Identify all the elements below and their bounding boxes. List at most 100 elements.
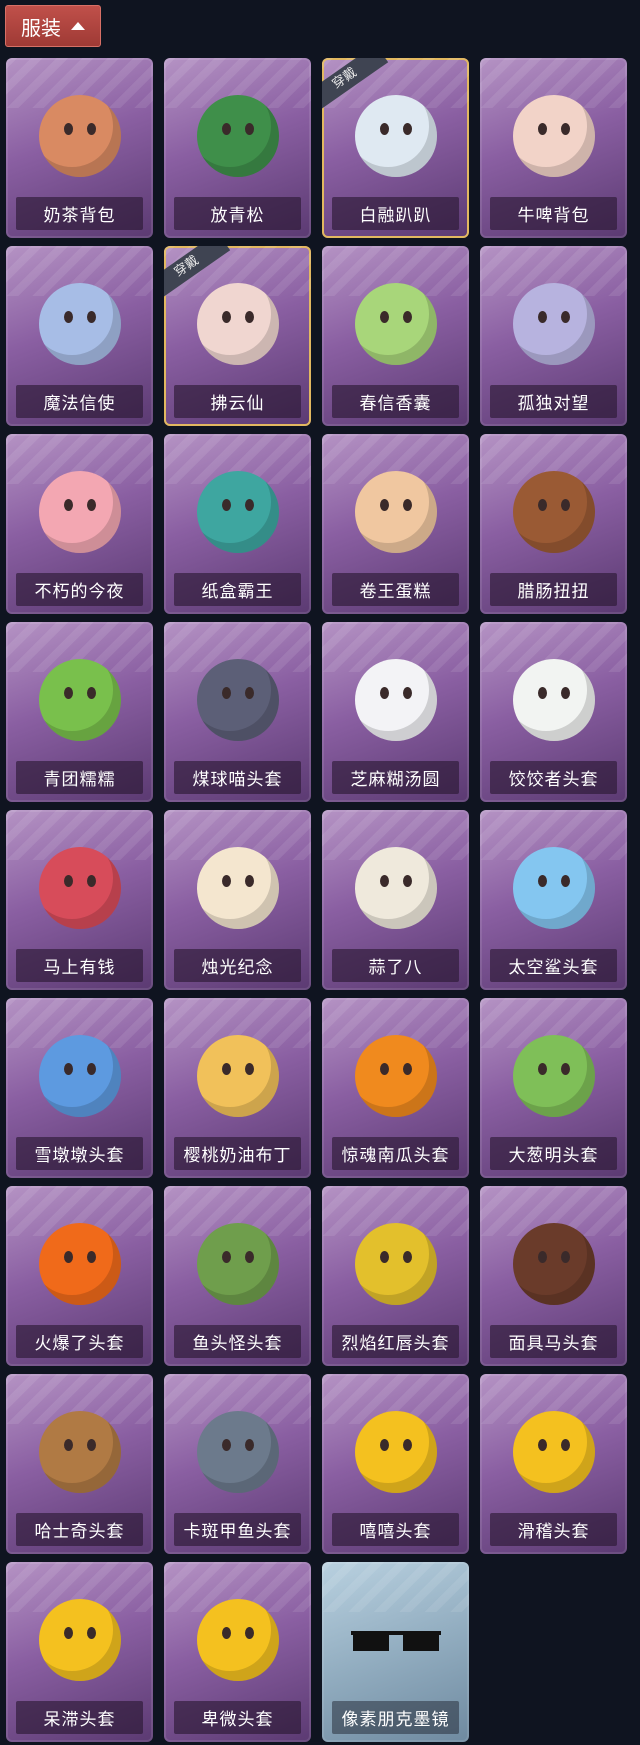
costume-item-card[interactable]: 穿戴 拂云仙 <box>164 246 311 426</box>
costume-item-card[interactable]: 大葱明头套 <box>480 998 627 1178</box>
costume-item-card[interactable]: 奶茶背包 <box>6 58 153 238</box>
costume-figure-icon <box>197 659 279 741</box>
costume-figure-icon <box>355 95 437 177</box>
costume-item-card[interactable]: 马上有钱 <box>6 810 153 990</box>
costume-item-card[interactable]: 芝麻糊汤圆 <box>322 622 469 802</box>
costume-item-name: 腊肠扭扭 <box>490 573 617 606</box>
costume-dropdown-label: 服装 <box>21 15 61 40</box>
costume-item-card[interactable]: 卷王蛋糕 <box>322 434 469 614</box>
costume-item-image <box>348 838 444 938</box>
costume-item-card[interactable]: 穿戴 白融趴趴 <box>322 58 469 238</box>
sunglasses-icon <box>351 1627 441 1653</box>
costume-figure-icon <box>39 471 121 553</box>
costume-item-card[interactable]: 面具马头套 <box>480 1186 627 1366</box>
costume-item-name: 马上有钱 <box>16 949 143 982</box>
costume-item-name: 煤球喵头套 <box>174 761 301 794</box>
costume-item-image <box>32 1590 128 1690</box>
costume-item-image <box>348 1026 444 1126</box>
costume-item-card[interactable]: 青团糯糯 <box>6 622 153 802</box>
costume-item-image <box>32 86 128 186</box>
costume-item-card[interactable]: 春信香囊 <box>322 246 469 426</box>
costume-figure-icon <box>197 283 279 365</box>
costume-item-card[interactable]: 惊魂南瓜头套 <box>322 998 469 1178</box>
costume-figure-icon <box>355 1411 437 1493</box>
costume-item-name: 雪墩墩头套 <box>16 1137 143 1170</box>
costume-item-card[interactable]: 烈焰红唇头套 <box>322 1186 469 1366</box>
chevron-up-icon <box>71 22 85 30</box>
costume-item-card[interactable]: 饺饺者头套 <box>480 622 627 802</box>
costume-item-card[interactable]: 不朽的今夜 <box>6 434 153 614</box>
costume-item-card[interactable]: 牛啤背包 <box>480 58 627 238</box>
costume-item-card[interactable]: 呆滞头套 <box>6 1562 153 1742</box>
costume-item-card[interactable]: 孤独对望 <box>480 246 627 426</box>
costume-item-card[interactable]: 纸盒霸王 <box>164 434 311 614</box>
costume-item-image <box>190 274 286 374</box>
costume-item-card[interactable]: 嘻嘻头套 <box>322 1374 469 1554</box>
costume-item-name: 惊魂南瓜头套 <box>332 1137 459 1170</box>
costume-item-name: 芝麻糊汤圆 <box>332 761 459 794</box>
costume-figure-icon <box>355 1035 437 1117</box>
costume-figure-icon <box>355 659 437 741</box>
costume-item-name: 白融趴趴 <box>332 197 459 230</box>
costume-figure-icon <box>197 95 279 177</box>
costume-item-card[interactable]: 滑稽头套 <box>480 1374 627 1554</box>
costume-figure-icon <box>197 471 279 553</box>
costume-item-image <box>348 462 444 562</box>
costume-figure-icon <box>355 283 437 365</box>
costume-item-card[interactable]: 卡斑甲鱼头套 <box>164 1374 311 1554</box>
costume-item-image <box>190 838 286 938</box>
costume-item-card[interactable]: 魔法信使 <box>6 246 153 426</box>
costume-item-name: 太空鲨头套 <box>490 949 617 982</box>
costume-item-name: 鱼头怪头套 <box>174 1325 301 1358</box>
costume-item-card[interactable]: 太空鲨头套 <box>480 810 627 990</box>
costume-item-card[interactable]: 鱼头怪头套 <box>164 1186 311 1366</box>
costume-item-image <box>506 86 602 186</box>
costume-item-image <box>32 274 128 374</box>
costume-figure-icon <box>39 1223 121 1305</box>
costume-item-image <box>506 1026 602 1126</box>
costume-figure-icon <box>197 847 279 929</box>
costume-item-card[interactable]: 樱桃奶油布丁 <box>164 998 311 1178</box>
costume-item-image <box>32 1214 128 1314</box>
costume-item-image <box>348 1590 444 1690</box>
costume-figure-icon <box>513 1411 595 1493</box>
costume-dropdown-button[interactable]: 服装 <box>5 5 101 47</box>
costume-item-card[interactable]: 放青松 <box>164 58 311 238</box>
costume-figure-icon <box>513 1035 595 1117</box>
costume-item-card[interactable]: 像素朋克墨镜 <box>322 1562 469 1742</box>
costume-item-card[interactable]: 腊肠扭扭 <box>480 434 627 614</box>
costume-figure-icon <box>39 283 121 365</box>
costume-item-card[interactable]: 火爆了头套 <box>6 1186 153 1366</box>
costume-item-image <box>190 462 286 562</box>
costume-figure-icon <box>39 1035 121 1117</box>
costume-item-name: 火爆了头套 <box>16 1325 143 1358</box>
costume-item-name: 面具马头套 <box>490 1325 617 1358</box>
costume-item-card[interactable]: 煤球喵头套 <box>164 622 311 802</box>
costume-item-image <box>348 1402 444 1502</box>
costume-figure-icon <box>197 1411 279 1493</box>
costume-figure-icon <box>513 95 595 177</box>
costume-figure-icon <box>355 847 437 929</box>
costume-figure-icon <box>513 659 595 741</box>
costume-item-image <box>190 1026 286 1126</box>
costume-figure-icon <box>513 1223 595 1305</box>
costume-item-image <box>506 1214 602 1314</box>
costume-item-image <box>506 1402 602 1502</box>
costume-item-name: 烈焰红唇头套 <box>332 1325 459 1358</box>
costume-item-name: 呆滞头套 <box>16 1701 143 1734</box>
costume-item-name: 纸盒霸王 <box>174 573 301 606</box>
costume-item-card[interactable]: 烛光纪念 <box>164 810 311 990</box>
costume-item-image <box>32 838 128 938</box>
costume-item-card[interactable]: 雪墩墩头套 <box>6 998 153 1178</box>
costume-item-card[interactable]: 蒜了八 <box>322 810 469 990</box>
costume-item-name: 大葱明头套 <box>490 1137 617 1170</box>
costume-item-card[interactable]: 卑微头套 <box>164 1562 311 1742</box>
costume-item-card[interactable]: 哈士奇头套 <box>6 1374 153 1554</box>
costume-figure-icon <box>355 1223 437 1305</box>
costume-item-name: 卡斑甲鱼头套 <box>174 1513 301 1546</box>
costume-item-image <box>190 650 286 750</box>
costume-figure-icon <box>197 1035 279 1117</box>
costume-item-name: 樱桃奶油布丁 <box>174 1137 301 1170</box>
costume-figure-icon <box>513 847 595 929</box>
costume-item-name: 魔法信使 <box>16 385 143 418</box>
